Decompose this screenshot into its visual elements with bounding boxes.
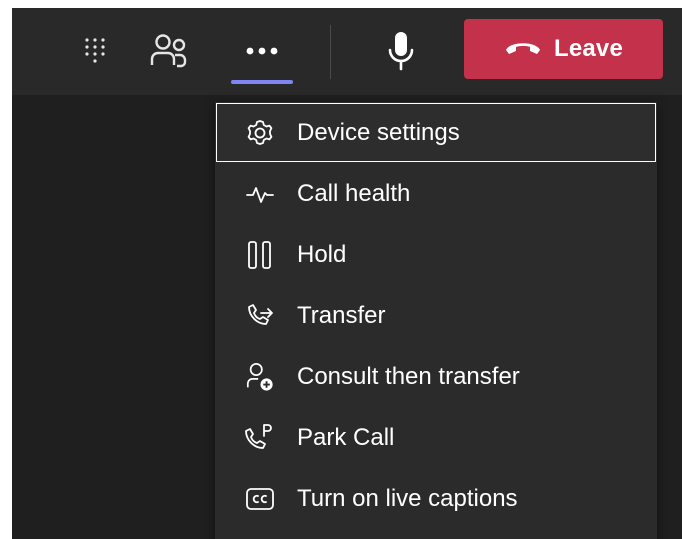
- dialpad-button[interactable]: [65, 26, 125, 76]
- people-icon: [149, 33, 189, 69]
- closed-captions-icon: [245, 484, 275, 514]
- person-add-icon: [245, 362, 275, 392]
- phone-park-icon: [245, 423, 275, 453]
- menu-item-transfer[interactable]: Transfer: [215, 285, 657, 346]
- gear-icon: [245, 118, 275, 148]
- pause-icon: [245, 240, 275, 270]
- menu-item-live-captions[interactable]: Turn on live captions: [215, 468, 657, 529]
- dialpad-icon: [83, 36, 107, 66]
- more-horizontal-icon: [245, 46, 279, 56]
- leave-button[interactable]: Leave: [464, 19, 663, 79]
- menu-item-call-health[interactable]: Call health: [215, 163, 657, 224]
- pulse-icon: [245, 179, 275, 209]
- microphone-icon: [388, 31, 414, 71]
- phone-transfer-icon: [245, 301, 275, 331]
- more-actions-button[interactable]: [232, 26, 292, 76]
- menu-item-label: Device settings: [297, 118, 460, 146]
- menu-item-label: Hold: [297, 240, 347, 268]
- menu-item-hold[interactable]: Hold: [215, 224, 657, 285]
- hang-up-icon: [504, 39, 542, 60]
- microphone-button[interactable]: [371, 26, 431, 76]
- menu-item-label: Call health: [297, 179, 411, 207]
- participants-button[interactable]: [139, 26, 199, 76]
- menu-item-park-call[interactable]: Park Call: [215, 407, 657, 468]
- leave-label: Leave: [553, 35, 624, 62]
- menu-item-label: Park Call: [297, 423, 395, 451]
- more-actions-menu: Device settings Call health Hold Transfe…: [215, 102, 657, 539]
- toolbar-divider: [330, 25, 331, 79]
- call-toolbar: Leave: [12, 8, 682, 95]
- call-window: Leave Device settings Call health Hold T…: [12, 8, 682, 539]
- menu-item-label: Transfer: [297, 301, 386, 329]
- menu-item-label: Consult then transfer: [297, 362, 520, 390]
- active-tab-indicator: [231, 80, 293, 84]
- menu-item-consult-then-transfer[interactable]: Consult then transfer: [215, 346, 657, 407]
- menu-item-label: Turn on live captions: [297, 484, 518, 512]
- menu-item-device-settings[interactable]: Device settings: [215, 102, 657, 163]
